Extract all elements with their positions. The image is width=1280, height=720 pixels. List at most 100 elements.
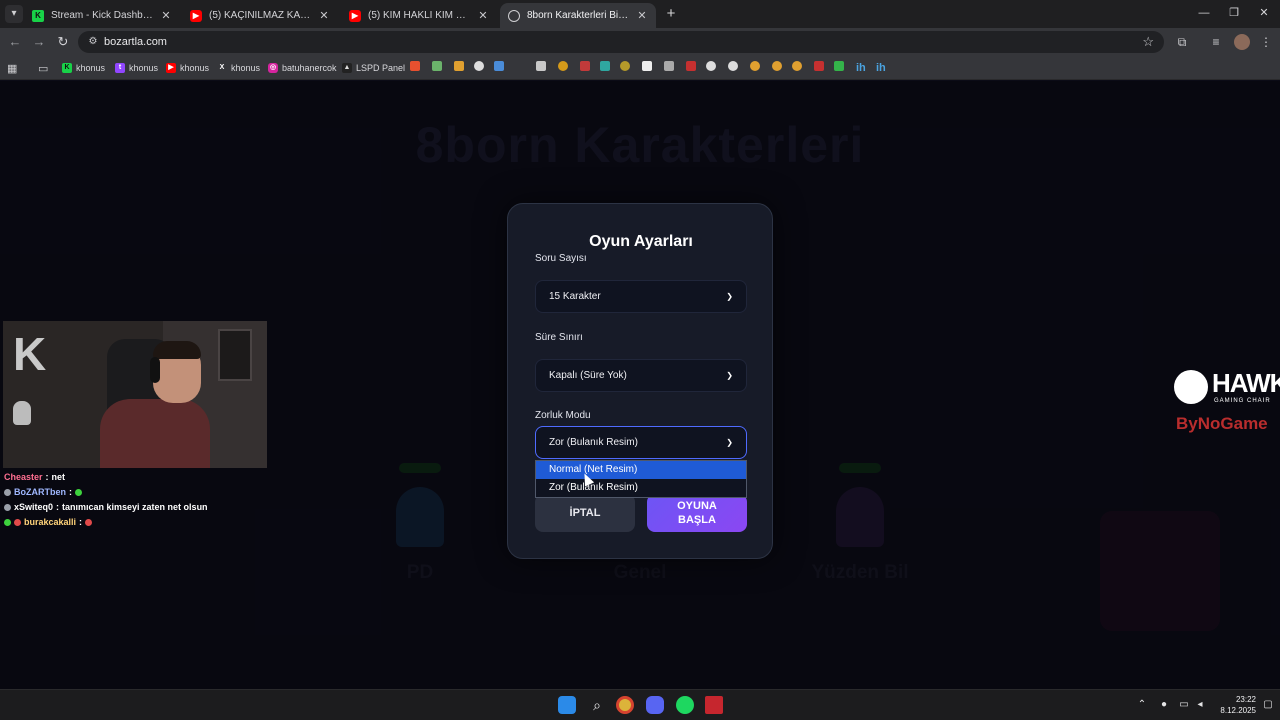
chat-message: BoZARTben :	[4, 485, 304, 500]
bookmark-kick[interactable]: Kkhonus	[62, 61, 105, 75]
bookmarks-bar: ▦ ▭ Kkhonus t khonus ▶ khonus Xkhonus ◎ bat…	[0, 56, 1280, 80]
media-control-icon[interactable]: ≡	[1208, 34, 1224, 50]
bookmark-ih[interactable]: ih	[856, 61, 866, 75]
bookmark-icon[interactable]	[600, 61, 610, 71]
bookmark-icon[interactable]	[474, 61, 484, 71]
voicemeeter-icon[interactable]	[705, 696, 723, 714]
bookmark-icon[interactable]	[728, 61, 738, 71]
start-game-button[interactable]: OYUNA BAŞLA	[647, 494, 747, 532]
difficulty-dropdown-list: Normal (Net Resim) Zor (Bulanık Resim)	[535, 460, 747, 498]
search-icon[interactable]: ⌕	[588, 696, 606, 714]
site-info-icon[interactable]: ⚙	[87, 36, 99, 48]
difficulty-option-normal[interactable]: Normal (Net Resim)	[536, 461, 746, 479]
streamer-hair	[153, 341, 201, 359]
bookmark-x[interactable]: Xkhonus	[217, 61, 260, 75]
stream-chat: Cheaster : net BoZARTben : xSwiteq0 : ta…	[4, 470, 304, 530]
apps-grid-icon[interactable]: ▦	[7, 61, 17, 75]
volume-icon[interactable]: ◂	[1194, 699, 1206, 711]
x-icon: X	[219, 64, 225, 71]
question-count-select[interactable]: 15 Karakter ❯	[535, 280, 747, 313]
browser-tab-bar: ▾ K Stream - Kick Dashboard ✕ ▶ (5) KAÇI…	[0, 0, 1280, 28]
profile-avatar-icon[interactable]	[1234, 34, 1250, 50]
chevron-down-icon: ❯	[726, 438, 733, 447]
bookmark-lspd[interactable]: ▲ LSPD Panel	[342, 61, 405, 75]
kick-icon: K	[32, 9, 44, 22]
spotify-icon[interactable]	[676, 696, 694, 714]
minimize-icon[interactable]: —	[1194, 5, 1214, 21]
chat-username: burakcakalli	[24, 517, 77, 527]
bookmark-icon[interactable]	[834, 61, 844, 71]
menu-kebab-icon[interactable]: ⋮	[1258, 34, 1274, 50]
bookmark-icon[interactable]	[410, 61, 420, 71]
forward-icon[interactable]: →	[30, 33, 48, 51]
browser-tab[interactable]: ▶ (5) KİM HAKLI KİM HAKSIZ? | 5 ✕	[341, 3, 497, 28]
headset-icon	[150, 357, 160, 383]
chrome-icon[interactable]	[616, 696, 634, 714]
cancel-button[interactable]: İPTAL	[535, 494, 635, 532]
bookmark-icon[interactable]	[580, 61, 590, 71]
bookmark-icon[interactable]	[814, 61, 824, 71]
extensions-icon[interactable]: ⧉	[1174, 34, 1190, 50]
reload-icon[interactable]: ↻	[54, 33, 72, 51]
difficulty-select[interactable]: Zor (Bulanık Resim) ❯	[535, 426, 747, 459]
bookmark-icon[interactable]	[772, 61, 782, 71]
close-tab-icon[interactable]: ✕	[477, 9, 489, 22]
bookmark-icon[interactable]	[750, 61, 760, 71]
folder-icon[interactable]: ▭	[38, 61, 48, 75]
badge-icon	[4, 504, 11, 511]
browser-tab[interactable]: K Stream - Kick Dashboard ✕	[24, 3, 180, 28]
network-icon[interactable]: ▭	[1178, 699, 1190, 711]
address-bar[interactable]: ⚙ bozartla.com ☆	[78, 31, 1164, 53]
bookmark-icon[interactable]	[432, 61, 442, 71]
discord-icon[interactable]	[646, 696, 664, 714]
clock-date: 8.12.2025	[1220, 706, 1256, 715]
bookmark-icon[interactable]	[664, 61, 674, 71]
chat-username: xSwiteq0	[14, 502, 54, 512]
close-tab-icon[interactable]: ✕	[636, 9, 648, 22]
browser-tab[interactable]: ▶ (5) KAÇINILMAZ KAZAI Türkiye ✕	[182, 3, 338, 28]
bookmark-icon[interactable]	[454, 61, 464, 71]
tab-label: (5) KİM HAKLI KİM HAKSIZ? | 5	[368, 10, 470, 21]
bookmark-icon[interactable]	[620, 61, 630, 71]
new-tab-button[interactable]: +	[664, 5, 678, 23]
windows-start-icon[interactable]	[558, 696, 576, 714]
notification-icon[interactable]: ▢	[1262, 699, 1274, 711]
close-tab-icon[interactable]: ✕	[318, 9, 330, 22]
bookmark-icon[interactable]	[494, 61, 504, 71]
bookmark-youtube[interactable]: ▶ khonus	[166, 61, 209, 75]
bookmark-instagram[interactable]: ◎ batuhanercok	[268, 61, 337, 75]
tab-search-button[interactable]: ▾	[5, 5, 23, 23]
close-tab-icon[interactable]: ✕	[160, 9, 172, 22]
close-window-icon[interactable]: ✕	[1254, 5, 1274, 21]
sponsor-brand: HAWK	[1212, 368, 1280, 398]
bookmark-icon[interactable]	[558, 61, 568, 71]
tab-label: 8born Karakterleri Bil - Bozartla	[527, 10, 629, 21]
kick-icon: K	[62, 63, 72, 73]
bookmark-icon[interactable]	[706, 61, 716, 71]
time-limit-select[interactable]: Kapalı (Süre Yok) ❯	[535, 359, 747, 392]
url-text: bozartla.com	[104, 36, 167, 48]
browser-tab-active[interactable]: 8born Karakterleri Bil - Bozartla ✕	[500, 3, 656, 28]
restore-icon[interactable]: ❐	[1224, 5, 1244, 21]
chat-text: net	[51, 472, 66, 482]
chevron-up-icon[interactable]: ⌃	[1136, 699, 1148, 711]
bookmark-star-icon[interactable]: ☆	[1142, 34, 1154, 50]
twitch-icon: t	[115, 63, 125, 73]
start-label-line1: OYUNA	[677, 500, 717, 512]
chat-message: Cheaster : net	[4, 470, 304, 485]
bookmark-icon[interactable]	[642, 61, 652, 71]
streamer-body	[100, 399, 210, 468]
system-clock[interactable]: 23:22 8.12.2025	[1212, 694, 1256, 716]
badge-icon	[14, 519, 21, 526]
bookmark-icon[interactable]	[536, 61, 546, 71]
skull-figure-icon	[13, 401, 31, 425]
bookmark-icon[interactable]	[792, 61, 802, 71]
sponsor-logos: HAWK GAMING CHAIR ByNoGame	[1172, 368, 1280, 438]
bookmark-twitch[interactable]: t khonus	[115, 61, 158, 75]
bookmark-icon[interactable]	[686, 61, 696, 71]
bookmark-ih[interactable]: ih	[876, 61, 886, 75]
difficulty-option-hard[interactable]: Zor (Bulanık Resim)	[536, 479, 746, 497]
back-icon[interactable]: ←	[6, 33, 24, 51]
wall-poster	[218, 329, 252, 381]
microphone-icon[interactable]: ●	[1158, 699, 1170, 711]
